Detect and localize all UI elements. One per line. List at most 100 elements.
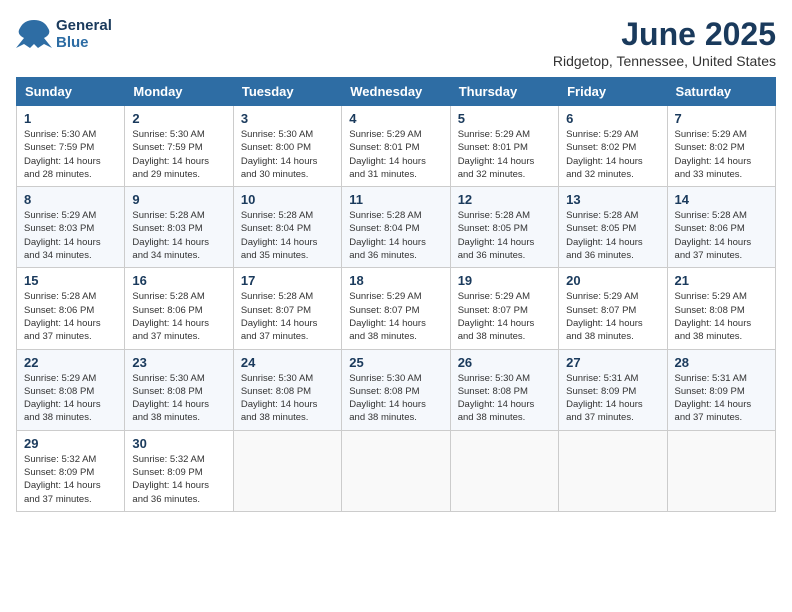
day-info: Sunrise: 5:29 AM Sunset: 8:07 PM Dayligh… [566,290,659,343]
calendar-day-cell: 16 Sunrise: 5:28 AM Sunset: 8:06 PM Dayl… [125,268,233,349]
calendar-day-cell: 9 Sunrise: 5:28 AM Sunset: 8:03 PM Dayli… [125,187,233,268]
day-info: Sunrise: 5:32 AM Sunset: 8:09 PM Dayligh… [132,453,225,506]
day-info: Sunrise: 5:29 AM Sunset: 8:02 PM Dayligh… [566,128,659,181]
day-info: Sunrise: 5:28 AM Sunset: 8:03 PM Dayligh… [132,209,225,262]
day-number: 6 [566,111,659,126]
day-info: Sunrise: 5:28 AM Sunset: 8:05 PM Dayligh… [458,209,551,262]
day-info: Sunrise: 5:28 AM Sunset: 8:05 PM Dayligh… [566,209,659,262]
calendar-week-row: 29 Sunrise: 5:32 AM Sunset: 8:09 PM Dayl… [17,430,776,511]
calendar-day-cell: 28 Sunrise: 5:31 AM Sunset: 8:09 PM Dayl… [667,349,775,430]
calendar-day-cell: 11 Sunrise: 5:28 AM Sunset: 8:04 PM Dayl… [342,187,450,268]
calendar-day-cell: 1 Sunrise: 5:30 AM Sunset: 7:59 PM Dayli… [17,106,125,187]
day-number: 4 [349,111,442,126]
calendar-day-cell [667,430,775,511]
calendar-day-cell [342,430,450,511]
logo-line1: General [56,17,112,34]
calendar-week-row: 15 Sunrise: 5:28 AM Sunset: 8:06 PM Dayl… [17,268,776,349]
calendar-day-cell: 3 Sunrise: 5:30 AM Sunset: 8:00 PM Dayli… [233,106,341,187]
day-number: 3 [241,111,334,126]
day-number: 1 [24,111,117,126]
day-number: 7 [675,111,768,126]
calendar-day-cell [450,430,558,511]
day-info: Sunrise: 5:29 AM Sunset: 8:08 PM Dayligh… [675,290,768,343]
weekday-header: Friday [559,78,667,106]
day-number: 18 [349,273,442,288]
day-number: 17 [241,273,334,288]
calendar-day-cell: 21 Sunrise: 5:29 AM Sunset: 8:08 PM Dayl… [667,268,775,349]
calendar-day-cell: 22 Sunrise: 5:29 AM Sunset: 8:08 PM Dayl… [17,349,125,430]
day-info: Sunrise: 5:30 AM Sunset: 7:59 PM Dayligh… [24,128,117,181]
day-info: Sunrise: 5:32 AM Sunset: 8:09 PM Dayligh… [24,453,117,506]
day-number: 14 [675,192,768,207]
calendar-day-cell: 17 Sunrise: 5:28 AM Sunset: 8:07 PM Dayl… [233,268,341,349]
weekday-header: Monday [125,78,233,106]
location-title: Ridgetop, Tennessee, United States [553,53,776,69]
day-info: Sunrise: 5:31 AM Sunset: 8:09 PM Dayligh… [675,372,768,425]
day-info: Sunrise: 5:28 AM Sunset: 8:07 PM Dayligh… [241,290,334,343]
logo-line2: Blue [56,34,112,51]
day-info: Sunrise: 5:28 AM Sunset: 8:06 PM Dayligh… [675,209,768,262]
calendar-day-cell: 8 Sunrise: 5:29 AM Sunset: 8:03 PM Dayli… [17,187,125,268]
day-info: Sunrise: 5:29 AM Sunset: 8:01 PM Dayligh… [349,128,442,181]
day-info: Sunrise: 5:29 AM Sunset: 8:03 PM Dayligh… [24,209,117,262]
day-number: 8 [24,192,117,207]
day-info: Sunrise: 5:30 AM Sunset: 8:00 PM Dayligh… [241,128,334,181]
day-number: 19 [458,273,551,288]
day-info: Sunrise: 5:30 AM Sunset: 8:08 PM Dayligh… [349,372,442,425]
calendar-day-cell: 29 Sunrise: 5:32 AM Sunset: 8:09 PM Dayl… [17,430,125,511]
calendar-day-cell: 25 Sunrise: 5:30 AM Sunset: 8:08 PM Dayl… [342,349,450,430]
day-number: 30 [132,436,225,451]
calendar-day-cell [233,430,341,511]
weekday-header: Thursday [450,78,558,106]
day-info: Sunrise: 5:30 AM Sunset: 7:59 PM Dayligh… [132,128,225,181]
calendar-day-cell: 7 Sunrise: 5:29 AM Sunset: 8:02 PM Dayli… [667,106,775,187]
calendar-day-cell: 20 Sunrise: 5:29 AM Sunset: 8:07 PM Dayl… [559,268,667,349]
day-info: Sunrise: 5:29 AM Sunset: 8:07 PM Dayligh… [349,290,442,343]
calendar-day-cell: 26 Sunrise: 5:30 AM Sunset: 8:08 PM Dayl… [450,349,558,430]
logo: General Blue [16,16,112,52]
month-title: June 2025 [553,16,776,53]
day-number: 21 [675,273,768,288]
title-area: June 2025 Ridgetop, Tennessee, United St… [553,16,776,69]
calendar-day-cell: 5 Sunrise: 5:29 AM Sunset: 8:01 PM Dayli… [450,106,558,187]
calendar-week-row: 8 Sunrise: 5:29 AM Sunset: 8:03 PM Dayli… [17,187,776,268]
weekday-header: Wednesday [342,78,450,106]
calendar-day-cell: 14 Sunrise: 5:28 AM Sunset: 8:06 PM Dayl… [667,187,775,268]
day-number: 10 [241,192,334,207]
day-info: Sunrise: 5:28 AM Sunset: 8:06 PM Dayligh… [24,290,117,343]
calendar-week-row: 22 Sunrise: 5:29 AM Sunset: 8:08 PM Dayl… [17,349,776,430]
day-number: 16 [132,273,225,288]
day-info: Sunrise: 5:28 AM Sunset: 8:04 PM Dayligh… [349,209,442,262]
day-number: 26 [458,355,551,370]
day-number: 23 [132,355,225,370]
weekday-header: Sunday [17,78,125,106]
day-number: 22 [24,355,117,370]
calendar-day-cell [559,430,667,511]
calendar-day-cell: 30 Sunrise: 5:32 AM Sunset: 8:09 PM Dayl… [125,430,233,511]
calendar-day-cell: 10 Sunrise: 5:28 AM Sunset: 8:04 PM Dayl… [233,187,341,268]
day-info: Sunrise: 5:29 AM Sunset: 8:08 PM Dayligh… [24,372,117,425]
day-info: Sunrise: 5:28 AM Sunset: 8:04 PM Dayligh… [241,209,334,262]
day-number: 27 [566,355,659,370]
day-number: 13 [566,192,659,207]
day-info: Sunrise: 5:30 AM Sunset: 8:08 PM Dayligh… [458,372,551,425]
weekday-header: Tuesday [233,78,341,106]
calendar-day-cell: 2 Sunrise: 5:30 AM Sunset: 7:59 PM Dayli… [125,106,233,187]
page-header: General Blue June 2025 Ridgetop, Tenness… [16,16,776,69]
calendar-day-cell: 6 Sunrise: 5:29 AM Sunset: 8:02 PM Dayli… [559,106,667,187]
day-number: 24 [241,355,334,370]
calendar-day-cell: 12 Sunrise: 5:28 AM Sunset: 8:05 PM Dayl… [450,187,558,268]
day-number: 28 [675,355,768,370]
calendar-day-cell: 27 Sunrise: 5:31 AM Sunset: 8:09 PM Dayl… [559,349,667,430]
day-info: Sunrise: 5:28 AM Sunset: 8:06 PM Dayligh… [132,290,225,343]
day-number: 9 [132,192,225,207]
day-info: Sunrise: 5:30 AM Sunset: 8:08 PM Dayligh… [241,372,334,425]
day-number: 5 [458,111,551,126]
calendar-day-cell: 24 Sunrise: 5:30 AM Sunset: 8:08 PM Dayl… [233,349,341,430]
calendar-day-cell: 4 Sunrise: 5:29 AM Sunset: 8:01 PM Dayli… [342,106,450,187]
day-number: 25 [349,355,442,370]
calendar-week-row: 1 Sunrise: 5:30 AM Sunset: 7:59 PM Dayli… [17,106,776,187]
calendar-day-cell: 19 Sunrise: 5:29 AM Sunset: 8:07 PM Dayl… [450,268,558,349]
calendar-day-cell: 15 Sunrise: 5:28 AM Sunset: 8:06 PM Dayl… [17,268,125,349]
day-number: 29 [24,436,117,451]
